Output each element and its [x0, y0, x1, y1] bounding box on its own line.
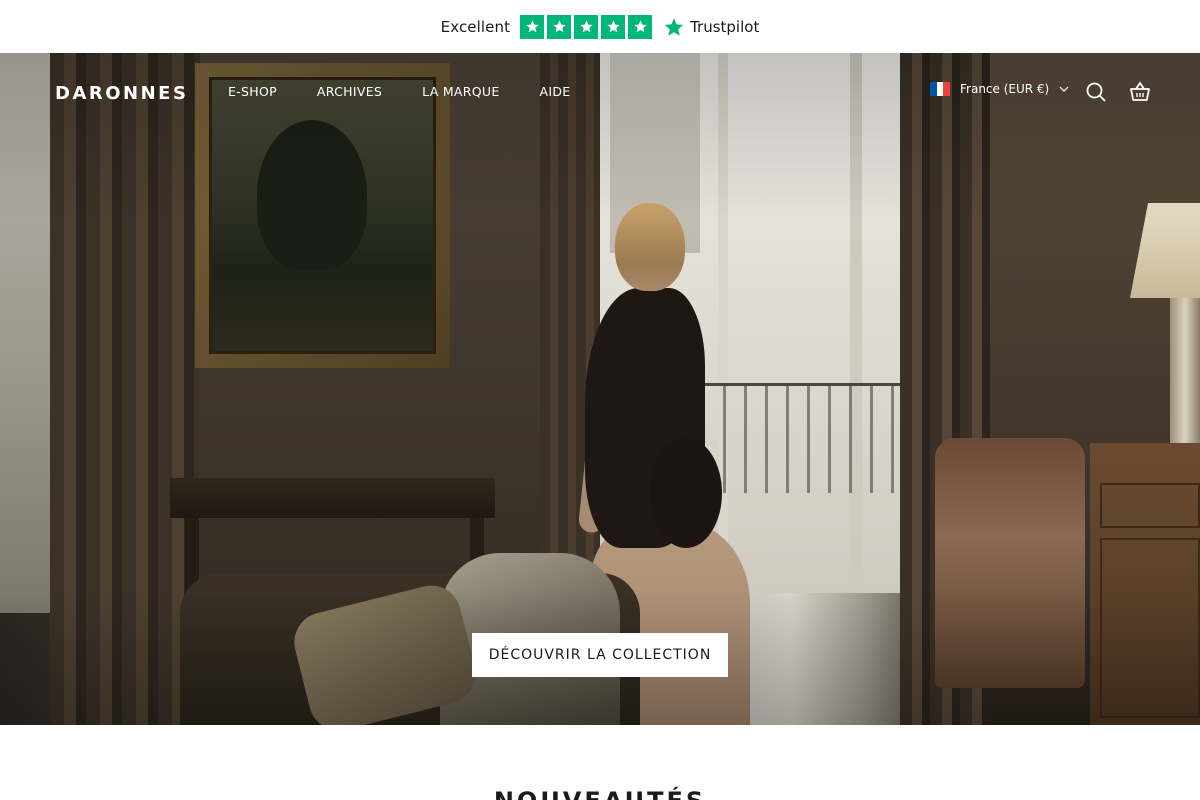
cart-button[interactable] — [1128, 80, 1152, 104]
locale-label: France (EUR €) — [960, 82, 1050, 96]
hero-shade — [0, 53, 1200, 725]
star-icon — [547, 14, 572, 39]
site-header: DARONNES E-SHOP ARCHIVES LA MARQUE AIDE … — [0, 53, 1200, 131]
nav-item-e-shop[interactable]: E-SHOP — [228, 84, 277, 99]
star-icon — [601, 14, 626, 39]
nav-item-aide[interactable]: AIDE — [540, 84, 571, 99]
discover-collection-button[interactable]: DÉCOUVRIR LA COLLECTION — [472, 633, 728, 677]
locale-selector[interactable]: France (EUR €) — [930, 82, 1069, 96]
star-icon — [628, 14, 653, 39]
nav-item-archives[interactable]: ARCHIVES — [317, 84, 382, 99]
hero-banner[interactable]: DÉCOUVRIR LA COLLECTION — [0, 53, 1200, 725]
site-logo[interactable]: DARONNES — [55, 83, 188, 104]
star-icon — [574, 14, 599, 39]
nav-item-la-marque[interactable]: LA MARQUE — [422, 84, 499, 99]
france-flag-icon — [930, 82, 951, 96]
discover-collection-label: DÉCOUVRIR LA COLLECTION — [488, 647, 712, 663]
main-nav: E-SHOP ARCHIVES LA MARQUE AIDE — [228, 84, 571, 99]
section-title-new-arrivals: NOUVEAUTÉS — [0, 787, 1200, 800]
search-button[interactable] — [1084, 80, 1108, 104]
trustpilot-brand: Trustpilot — [690, 17, 760, 36]
trustpilot-bar[interactable]: Excellent Trustpilot — [0, 0, 1200, 53]
hero-image — [0, 53, 1200, 725]
trustpilot-logo[interactable]: Trustpilot — [664, 17, 759, 37]
search-icon — [1086, 82, 1106, 102]
trustpilot-rating-label: Excellent — [440, 17, 511, 36]
trustpilot-stars — [520, 14, 653, 39]
trustpilot-star-icon — [664, 17, 684, 36]
cart-icon — [1130, 81, 1150, 101]
star-icon — [520, 14, 545, 39]
chevron-down-icon — [1059, 86, 1069, 92]
